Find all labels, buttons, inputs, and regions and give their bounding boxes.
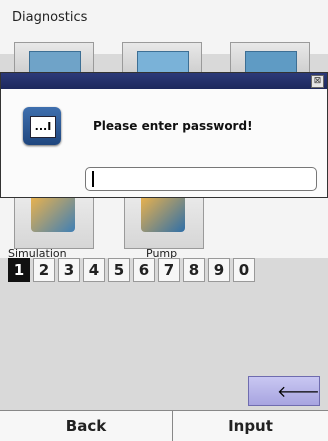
bottom-bar: Back Input [0,410,328,441]
tiles-area: Simulation Pump [0,190,328,260]
key-3[interactable]: 3 [58,258,80,282]
text-cursor [92,171,94,187]
diagnostic-tile-3[interactable] [230,42,310,79]
pump-icon [141,194,185,232]
dialog-titlebar [1,73,327,89]
pump-tile[interactable] [124,190,204,249]
simulation-icon [31,194,75,232]
password-dialog: ⊠ ...I Please enter password! [0,72,328,198]
digit-keys: 1 2 3 4 5 6 7 8 9 0 [0,258,328,282]
input-button[interactable]: Input [173,411,328,441]
close-icon[interactable]: ⊠ [311,75,324,88]
diagnostic-tile-1[interactable] [14,42,94,79]
password-icon: ...I [23,107,61,145]
key-2[interactable]: 2 [33,258,55,282]
key-0[interactable]: 0 [233,258,255,282]
key-8[interactable]: 8 [183,258,205,282]
arrow-left-icon: 🡐 [277,382,320,401]
key-6[interactable]: 6 [133,258,155,282]
page-title: Diagnostics [12,10,88,25]
key-5[interactable]: 5 [108,258,130,282]
password-icon-text: ...I [30,116,56,138]
key-4[interactable]: 4 [83,258,105,282]
key-7[interactable]: 7 [158,258,180,282]
back-button[interactable]: Back [0,411,172,441]
key-9[interactable]: 9 [208,258,230,282]
dialog-message: Please enter password! [93,119,253,133]
password-input[interactable] [85,167,317,191]
backspace-button[interactable]: 🡐 [248,376,320,406]
key-1[interactable]: 1 [8,258,30,282]
simulation-tile[interactable] [14,190,94,249]
diagnostic-tile-2[interactable] [122,42,202,79]
